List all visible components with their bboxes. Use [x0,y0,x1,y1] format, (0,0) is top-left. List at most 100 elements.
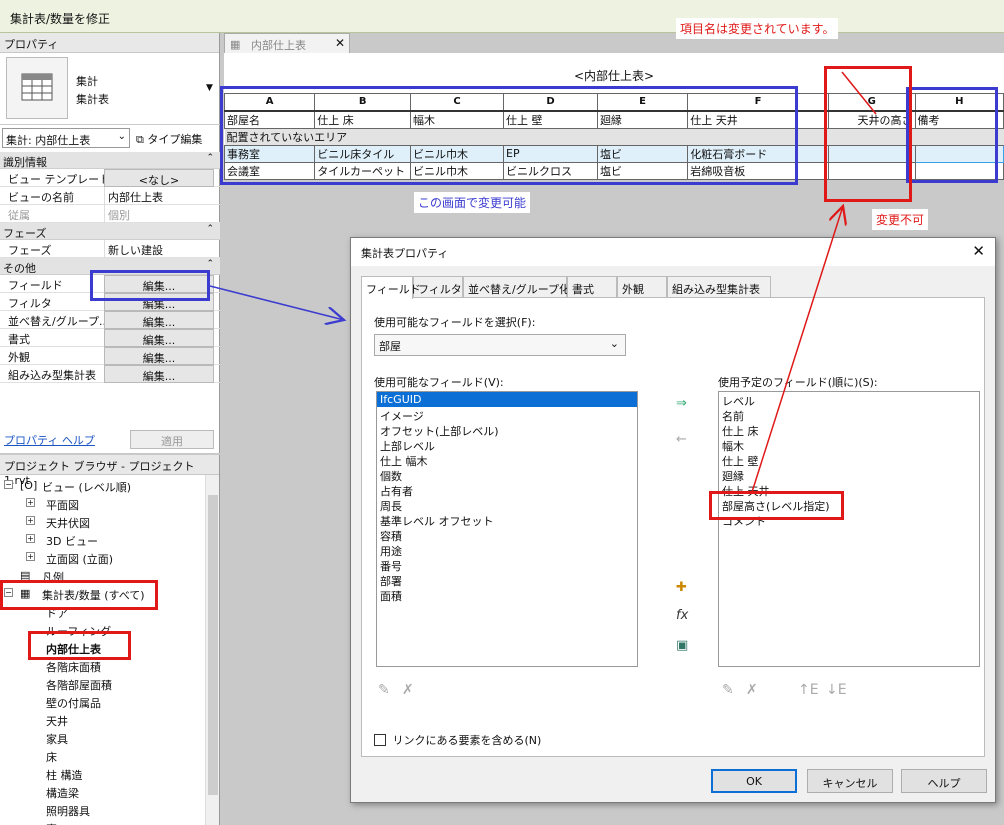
list-item[interactable]: 仕上 幅木 [377,452,637,468]
include-links-checkbox[interactable]: リンクにある要素を含める(N) [374,732,541,748]
tab-sorting[interactable]: 並べ替え/グループ化 [463,276,570,298]
expand-icon[interactable]: + [26,534,35,543]
list-item[interactable]: 仕上 壁 [719,452,979,468]
scheduled-fields-list[interactable]: レベル 名前 仕上 床 幅木 仕上 壁 廻縁 仕上 天井 部屋高さ(レベル指定)… [718,391,980,667]
tree-schedule-item[interactable]: 家具 [0,729,206,747]
sorting-edit-button[interactable]: 編集... [104,311,214,329]
chevron-down-icon: ⌄ [609,337,619,350]
tree-schedule-item[interactable]: 天井 [0,711,206,729]
list-item[interactable]: 上部レベル [377,437,637,453]
dialog-title-bar[interactable]: 集計表プロパティ ✕ [351,238,995,266]
list-item[interactable]: 基準レベル オフセット [377,512,637,528]
collapse-icon[interactable]: − [4,480,13,489]
group-phase[interactable]: フェーズ ⌃ [0,223,220,240]
close-icon[interactable]: ✕ [972,242,985,260]
list-item[interactable]: 廻縁 [719,467,979,483]
chevron-down-icon: ⌄ [117,131,126,142]
tab-format[interactable]: 書式 [567,276,617,298]
instance-selector-value: 集計: 内部仕上表 [6,134,91,147]
expand-icon[interactable]: + [26,498,35,507]
tree-schedule-item[interactable]: 壁の付属品 [0,693,206,711]
tree-schedule-item[interactable]: 照明器具 [0,801,206,819]
list-item[interactable]: 容積 [377,527,637,543]
tab-appearance[interactable]: 外観 [617,276,667,298]
collapse-icon[interactable]: ⌃ [206,259,214,269]
cancel-button[interactable]: キャンセル [807,769,893,793]
expand-icon[interactable]: + [26,552,35,561]
tree-item-ceiling-plans[interactable]: + 天井伏図 [0,513,206,531]
move-down-icon[interactable]: ↓E [826,682,847,698]
available-fields-list[interactable]: IfcGUID イメージ オフセット(上部レベル) 上部レベル 仕上 幅木 個数… [376,391,638,667]
view-template-button[interactable]: <なし> [104,169,214,187]
tab-embedded-schedule[interactable]: 組み込み型集計表 [667,276,771,298]
ok-button[interactable]: OK [711,769,797,793]
tree-item-elevations[interactable]: + 立面図 (立面) [0,549,206,567]
scrollbar-thumb[interactable] [208,495,218,795]
delete-parameter-icon[interactable]: ✗ [402,682,414,698]
list-item[interactable]: IfcGUID [377,392,637,407]
tree-schedule-item[interactable]: 窓 [0,819,206,825]
annotation-blue-box-fields-edit [90,270,210,301]
combine-parameters-icon[interactable]: ▣ [676,638,688,653]
calculated-value-icon[interactable]: fx [676,608,688,623]
collapse-icon[interactable]: ⌃ [206,153,214,163]
expand-icon[interactable]: + [26,516,35,525]
format-edit-button[interactable]: 編集... [104,329,214,347]
tree-views-root[interactable]: − [O] ビュー (レベル順) [0,477,206,495]
list-item[interactable]: 部署 [377,572,637,588]
schedule-type-icon [6,57,68,119]
annotation-note-editable: この画面で変更可能 [414,192,531,213]
tab-schedule-view[interactable]: ▦ 内部仕上表 ✕ [224,33,350,53]
dropdown-arrow-icon[interactable]: ▼ [206,83,213,93]
type-selector[interactable]: 集計 集計表 ▼ [0,53,220,125]
remove-field-icon[interactable]: ← [676,432,687,447]
delete-parameter-icon-right[interactable]: ✗ [746,682,758,698]
tree-schedule-item[interactable]: 床 [0,747,206,765]
browser-scrollbar[interactable] [205,475,219,825]
edit-parameter-icon[interactable]: ✎ [378,682,390,698]
tree-schedule-item[interactable]: 各階部屋面積 [0,675,206,693]
phase-field[interactable]: 新しい建設 [104,240,214,258]
tree-item-floor-plans[interactable]: + 平面図 [0,495,206,513]
checkbox-box[interactable] [374,734,386,746]
group-identity[interactable]: 識別情報 ⌃ [0,152,220,169]
appearance-edit-button[interactable]: 編集... [104,347,214,365]
list-item[interactable]: 周長 [377,497,637,513]
prop-row-format: 書式 編集... [0,329,220,347]
properties-help-link[interactable]: プロパティ ヘルプ [4,432,95,448]
fields-tab-panel: 使用可能なフィールドを選択(F): 部屋 ⌄ 使用可能なフィールド(V): 使用… [361,297,985,757]
list-item[interactable]: 幅木 [719,437,979,453]
add-field-icon[interactable]: ⇒ [676,396,687,411]
prop-row-phase: フェーズ 新しい建設 [0,240,220,258]
list-item[interactable]: レベル [719,392,979,408]
list-item[interactable]: 番号 [377,557,637,573]
list-item[interactable]: 占有者 [377,482,637,498]
list-item[interactable]: 個数 [377,467,637,483]
add-parameter-icon[interactable]: ✚ [676,580,687,595]
collapse-icon[interactable]: ⌃ [206,224,214,234]
list-item[interactable]: 仕上 床 [719,422,979,438]
list-item[interactable]: イメージ [377,407,637,423]
project-browser-title: プロジェクト ブラウザ - プロジェクト1.rvt [0,455,219,487]
view-name-field[interactable]: 内部仕上表 [104,187,214,205]
instance-selector[interactable]: 集計: 内部仕上表 ⌄ [2,128,130,148]
properties-grid: 識別情報 ⌃ ビュー テンプレート <なし> ビューの名前 内部仕上表 従属 個別 フェ… [0,152,220,383]
apply-button[interactable]: 適用 [130,430,214,449]
tree-item-3d-views[interactable]: +3D ビュー [0,531,206,549]
edit-parameter-icon-right[interactable]: ✎ [722,682,734,698]
category-select[interactable]: 部屋 ⌄ [374,334,626,356]
edit-type-button[interactable]: ⧉ タイプ編集 [134,128,216,148]
tab-fields[interactable]: フィールド [361,276,421,299]
list-item[interactable]: 面積 [377,587,637,603]
embedded-edit-button[interactable]: 編集... [104,365,214,383]
move-up-icon[interactable]: ↑E [798,682,819,698]
list-item[interactable]: 用途 [377,542,637,558]
list-item[interactable]: オフセット(上部レベル) [377,422,637,438]
list-item[interactable]: 名前 [719,407,979,423]
close-icon[interactable]: ✕ [335,36,345,50]
help-button[interactable]: ヘルプ [901,769,987,793]
tree-schedule-item[interactable]: 構造梁 [0,783,206,801]
tree-schedule-item[interactable]: 柱 構造 [0,765,206,783]
schedule-icon: ▦ [230,38,241,51]
available-fields-label: 使用可能なフィールド(V): [374,376,504,389]
